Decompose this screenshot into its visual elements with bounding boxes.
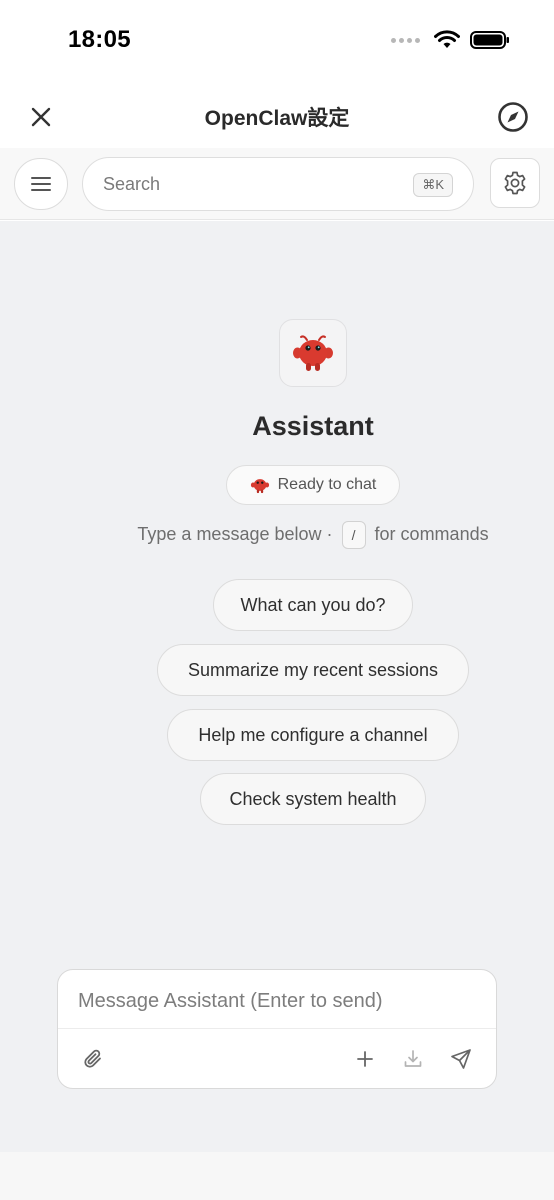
settings-button[interactable] (490, 158, 540, 208)
bottom-bar (0, 1152, 554, 1200)
command-hint: Type a message below · / for commands (0, 521, 554, 549)
status-time: 18:05 (68, 26, 131, 53)
avatar (279, 319, 347, 387)
menu-button[interactable] (14, 158, 68, 210)
suggestion-chip[interactable]: Summarize my recent sessions (157, 644, 469, 696)
nav-bar: OpenClaw設定 (0, 84, 554, 148)
status-text: Ready to chat (277, 476, 377, 493)
send-button[interactable] (448, 1046, 474, 1072)
compass-button[interactable] (496, 100, 530, 134)
suggestion-chip[interactable]: Help me configure a channel (167, 709, 459, 761)
battery-icon (470, 31, 509, 49)
crab-icon (250, 479, 269, 494)
search-placeholder: Search (103, 174, 161, 194)
assistant-name: Assistant (252, 411, 374, 441)
send-icon (451, 1049, 471, 1069)
slash-key-badge: / (341, 521, 366, 549)
toolbar: Search ⌘K (0, 148, 554, 220)
download-icon (404, 1050, 422, 1067)
crab-icon (293, 335, 333, 371)
download-button[interactable] (400, 1046, 426, 1072)
search-input[interactable]: Search ⌘K (82, 157, 474, 211)
status-bar: 18:05 (0, 0, 554, 84)
status-badge: Ready to chat (226, 465, 400, 505)
composer-divider (58, 1028, 496, 1029)
suggestion-chip[interactable]: What can you do? (213, 579, 413, 631)
hint-suffix: for commands (374, 523, 489, 544)
new-chat-button[interactable] (352, 1046, 378, 1072)
chat-main: Assistant Ready to chat Type a message b… (0, 221, 554, 1152)
signal-icon (391, 37, 420, 43)
gear-icon (504, 171, 526, 195)
plus-icon (357, 1051, 373, 1067)
status-icons (391, 30, 510, 50)
compass-icon (498, 102, 528, 132)
paperclip-icon (84, 1049, 101, 1068)
suggestion-chip[interactable]: Check system health (200, 773, 426, 825)
hint-prefix: Type a message below · (137, 523, 333, 544)
attach-button[interactable] (80, 1046, 106, 1072)
menu-icon (31, 177, 51, 191)
wifi-icon (434, 30, 460, 48)
page-title: OpenClaw設定 (204, 107, 350, 130)
message-input[interactable]: Message Assistant (Enter to send) (78, 990, 383, 1013)
message-composer: Message Assistant (Enter to send) (57, 969, 497, 1089)
search-shortcut-badge: ⌘K (413, 173, 453, 197)
